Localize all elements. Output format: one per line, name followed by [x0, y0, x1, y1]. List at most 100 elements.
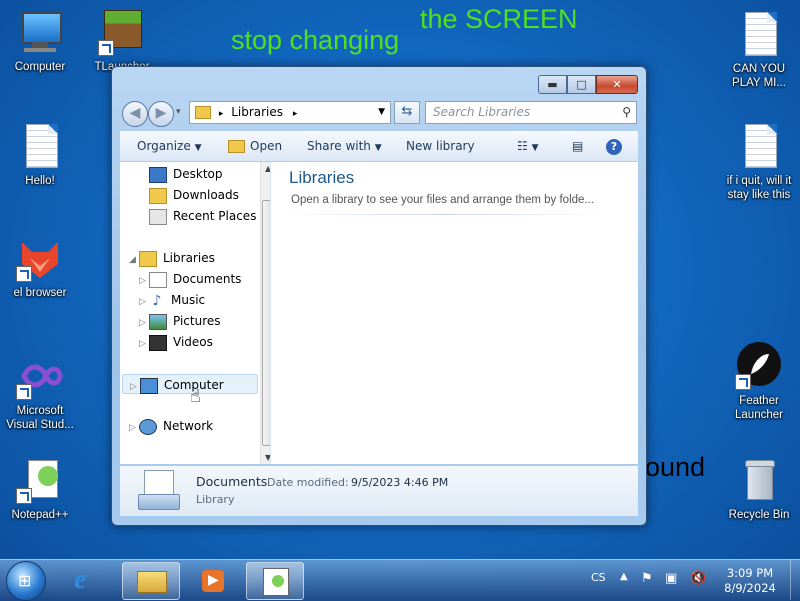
- visual-studio-icon: [16, 352, 64, 400]
- maximize-icon: □: [576, 78, 587, 91]
- close-button[interactable]: ✕: [596, 75, 638, 94]
- system-clock[interactable]: 3:09 PM 8/9/2024: [722, 566, 778, 596]
- help-icon: ?: [606, 138, 622, 155]
- minimize-button[interactable]: ▬: [538, 75, 567, 94]
- language-indicator[interactable]: CS: [591, 571, 606, 584]
- taskbar-internet-explorer[interactable]: e: [70, 564, 104, 598]
- dropdown-arrow-icon: ▼: [531, 143, 539, 153]
- shortcut-arrow-icon: [16, 488, 32, 504]
- start-button[interactable]: ⊞: [6, 561, 46, 601]
- desktop-icon-notepadpp[interactable]: Notepad++: [3, 456, 77, 522]
- recent-places-icon: [149, 208, 167, 225]
- desktop-icon-label: CAN YOU PLAY MI...: [732, 63, 786, 89]
- nav-item-documents[interactable]: ▷ Documents: [139, 269, 241, 289]
- desktop-icon-label: Computer: [14, 61, 66, 73]
- expanded-arrow-icon: ◢: [129, 255, 136, 265]
- nav-label: Recent Places: [173, 209, 257, 223]
- desktop-icon-computer[interactable]: Computer: [3, 8, 77, 74]
- change-view-button[interactable]: ☷ ▼: [517, 131, 539, 161]
- share-with-button[interactable]: Share with ▼: [307, 131, 382, 161]
- dropdown-arrow-icon: ▼: [374, 143, 382, 153]
- taskbar-notepadpp[interactable]: [246, 562, 304, 600]
- nav-label: Downloads: [173, 188, 239, 202]
- desktop-folder-icon: [149, 166, 167, 183]
- nav-label: Documents: [173, 272, 242, 286]
- new-library-button[interactable]: New library: [406, 131, 475, 161]
- details-type: Library: [196, 493, 235, 506]
- shortcut-arrow-icon: [16, 384, 32, 400]
- fox-browser-icon: [16, 234, 64, 282]
- maximize-button[interactable]: □: [567, 75, 596, 94]
- action-center-flag-icon[interactable]: ⚑: [641, 571, 653, 586]
- desktop-icon-label: Feather Launcher: [735, 395, 783, 421]
- content-area: Libraries Open a library to see your fil…: [270, 162, 638, 464]
- nav-item-music[interactable]: ▷ ♪ Music: [139, 290, 205, 310]
- volume-muted-icon[interactable]: 🔇: [690, 571, 706, 586]
- recent-pages-dropdown[interactable]: ▾: [176, 107, 181, 117]
- desktop-icon-tlauncher[interactable]: TLauncher: [85, 8, 159, 74]
- nav-item-desktop[interactable]: Desktop: [149, 164, 223, 184]
- collapsed-arrow-icon: ▷: [139, 318, 146, 328]
- organize-button[interactable]: Organize ▼: [137, 131, 202, 161]
- share-label: Share with: [307, 139, 371, 153]
- breadcrumb-libraries[interactable]: Libraries: [231, 105, 283, 119]
- desktop-icon-visual-studio[interactable]: Microsoft Visual Stud...: [3, 352, 77, 432]
- nav-item-pictures[interactable]: ▷ Pictures: [139, 311, 221, 331]
- wordart-the-screen: the SCREEN: [420, 4, 578, 34]
- refresh-button[interactable]: ⇆: [394, 101, 420, 124]
- close-icon: ✕: [612, 78, 622, 91]
- desktop-icon-hello[interactable]: Hello!: [3, 122, 77, 188]
- grass-block-icon: [98, 8, 146, 56]
- collapsed-arrow-icon: ▷: [139, 297, 146, 307]
- forward-button[interactable]: ▶: [148, 101, 174, 127]
- back-button[interactable]: ◀: [122, 101, 148, 127]
- nav-item-network[interactable]: ▷ Network: [129, 416, 213, 436]
- address-dropdown-icon[interactable]: ▼: [378, 102, 385, 123]
- taskbar-media-player[interactable]: ▶: [196, 564, 230, 598]
- notepadpp-icon: [16, 456, 64, 504]
- open-folder-icon: [228, 140, 245, 153]
- help-button[interactable]: ?: [606, 131, 622, 161]
- desktop-icon-feather-launcher[interactable]: Feather Launcher: [722, 342, 796, 422]
- folder-icon: [137, 571, 167, 593]
- desktop-icon-if-i-quit[interactable]: if i quit, will it stay like this: [722, 122, 796, 202]
- nav-item-videos[interactable]: ▷ Videos: [139, 332, 213, 352]
- nav-label: Desktop: [173, 167, 223, 181]
- content-subtitle: Open a library to see your files and arr…: [291, 194, 594, 206]
- desktop-icon-label: Hello!: [25, 175, 55, 187]
- recycle-bin-icon: [735, 456, 783, 504]
- search-box[interactable]: Search Libraries ⚲: [425, 101, 637, 124]
- taskbar-explorer[interactable]: [122, 562, 180, 600]
- clock-date: 8/9/2024: [724, 581, 776, 595]
- feather-icon: [735, 342, 783, 390]
- desktop-icon-label: el browser: [13, 287, 67, 299]
- back-arrow-icon: ◀: [129, 105, 141, 121]
- address-bar-row: ◀ ▶ ▾ ▸ Libraries ▸ ▼ ⇆ Search Libraries…: [120, 99, 638, 127]
- nav-item-recent-places[interactable]: Recent Places: [149, 206, 256, 226]
- desktop-icon-can-you-play[interactable]: CAN YOU PLAY MI...: [722, 10, 796, 90]
- shortcut-arrow-icon: [735, 374, 751, 390]
- content-title: Libraries: [289, 168, 355, 187]
- desktop-icon-recycle-bin[interactable]: Recycle Bin: [722, 456, 796, 522]
- videos-film-icon: [149, 334, 167, 351]
- organize-label: Organize: [137, 139, 191, 153]
- address-field[interactable]: ▸ Libraries ▸ ▼: [189, 101, 391, 124]
- desktop-icon-el-browser[interactable]: el browser: [3, 234, 77, 300]
- nav-label: Pictures: [173, 314, 221, 328]
- explorer-window: ▬ □ ✕ ◀ ▶ ▾ ▸ Libraries ▸ ▼ ⇆ Search Lib…: [111, 66, 647, 526]
- show-desktop-button[interactable]: [790, 560, 800, 600]
- network-status-icon[interactable]: ▣: [665, 571, 677, 586]
- documents-library-icon: [138, 470, 180, 510]
- preview-pane-button[interactable]: ▤: [572, 131, 583, 161]
- refresh-icon: ⇆: [401, 104, 413, 119]
- nav-label: Network: [163, 419, 214, 433]
- details-pane: Documents Date modified: 9/5/2023 4:46 P…: [120, 465, 638, 516]
- search-icon: ⚲: [622, 105, 631, 119]
- show-hidden-icons-button[interactable]: ▲: [620, 571, 628, 582]
- hand-cursor-icon: ☝: [190, 386, 201, 407]
- nav-item-libraries[interactable]: ◢ Libraries: [129, 248, 215, 268]
- open-button[interactable]: Open: [228, 131, 282, 161]
- desktop-icon-label: Recycle Bin: [728, 509, 790, 521]
- desktop-icon-label: Notepad++: [11, 509, 69, 521]
- nav-item-downloads[interactable]: Downloads: [149, 185, 239, 205]
